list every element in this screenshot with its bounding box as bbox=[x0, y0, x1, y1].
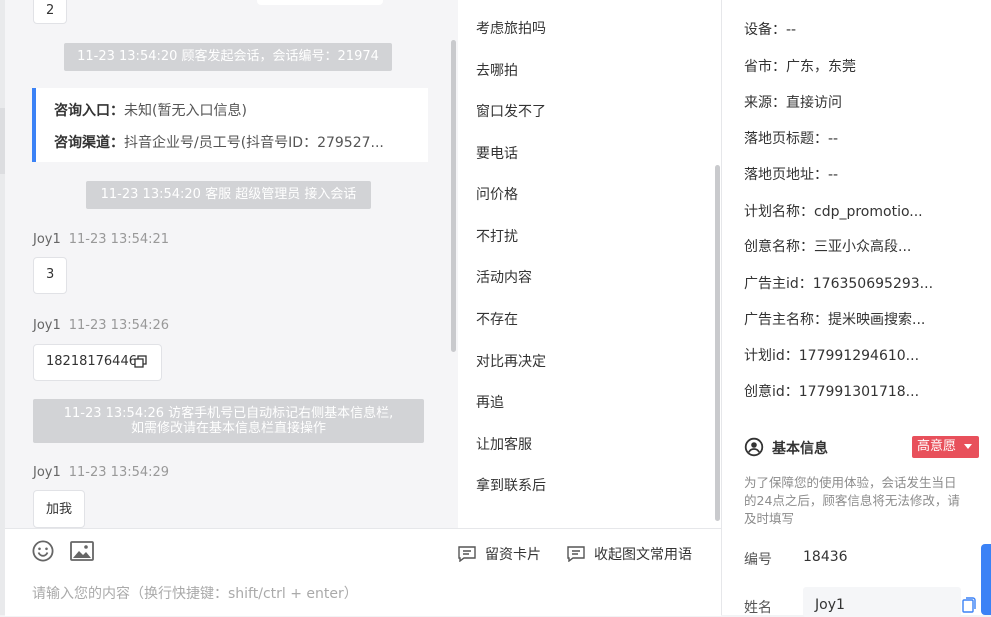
consult-entry-value: 未知(暂无入口信息) bbox=[124, 103, 247, 119]
message-card-icon bbox=[567, 546, 585, 562]
chat-scrollbar[interactable] bbox=[451, 40, 456, 352]
phrase-item[interactable]: 问价格 bbox=[476, 184, 518, 204]
info-source: 来源：直接访问 bbox=[744, 95, 842, 111]
notice-line: 及时填写 bbox=[744, 511, 795, 526]
name-field-value: Joy1 bbox=[815, 597, 845, 613]
info-device: 设备：-- bbox=[744, 22, 797, 38]
common-phrases-panel: 考虑旅拍吗 去哪拍 窗口发不了 要电话 问价格 不打扰 活动内容 不存在 对比再… bbox=[458, 0, 721, 528]
sender-name: Joy1 bbox=[33, 232, 61, 247]
phrase-item[interactable]: 去哪拍 bbox=[476, 60, 518, 80]
sender-name: Joy1 bbox=[33, 318, 61, 333]
phrase-item[interactable]: 再追 bbox=[476, 392, 504, 412]
info-landing-url: 落地页地址：-- bbox=[744, 167, 839, 183]
chat-message-area[interactable]: 2 11-23 13:54:20 顾客发起会话，会话编号：21974 咨询入口：… bbox=[5, 0, 458, 528]
lead-card-label: 留资卡片 bbox=[485, 547, 541, 563]
info-region: 省市：广东，东莞 bbox=[744, 59, 856, 75]
system-message: 11-23 13:54:20 顾客发起会话，会话编号：21974 bbox=[64, 43, 392, 71]
message-bubble[interactable]: 加我 bbox=[33, 490, 86, 528]
phrase-item[interactable]: 窗口发不了 bbox=[476, 101, 546, 121]
info-plan-id: 计划id：177991294610... bbox=[744, 348, 920, 364]
phone-text: 18218176446 bbox=[46, 354, 137, 369]
message-meta: Joy1 11-23 13:54:21 bbox=[33, 232, 169, 247]
notice-line: 的24点之后，顾客信息将无法修改，请 bbox=[744, 493, 960, 508]
phrase-item[interactable]: 不打扰 bbox=[476, 226, 518, 246]
popup-edge bbox=[257, 0, 383, 5]
consult-entry: 咨询入口：未知(暂无入口信息) bbox=[54, 100, 247, 120]
copy-icon[interactable] bbox=[134, 355, 147, 368]
phrase-item[interactable]: 要电话 bbox=[476, 143, 518, 163]
phrase-item[interactable]: 让加客服 bbox=[476, 434, 532, 454]
system-message: 11-23 13:54:20 客服 超级管理员 接入会话 bbox=[86, 181, 371, 209]
consult-channel-label: 咨询渠道： bbox=[54, 135, 124, 151]
name-field[interactable]: Joy1 bbox=[803, 587, 961, 617]
sender-name: Joy1 bbox=[33, 465, 61, 480]
phrase-item[interactable]: 考虑旅拍吗 bbox=[476, 18, 546, 38]
notice-line: 为了保障您的使用体验，会话发生当日 bbox=[744, 475, 957, 490]
info-advertiser-id: 广告主id：176350695293... bbox=[744, 276, 934, 292]
system-message-line: 11-23 13:54:26 访客手机号已自动标记右侧基本信息栏, bbox=[63, 406, 394, 421]
number-label: 编号 bbox=[744, 552, 772, 568]
info-plan-name: 计划名称：cdp_promotio... bbox=[744, 204, 923, 220]
message-meta: Joy1 11-23 13:54:29 bbox=[33, 465, 169, 480]
info-creative-name: 创意名称：三亚小众高段... bbox=[744, 239, 912, 255]
side-float-button[interactable] bbox=[981, 544, 991, 615]
info-advertiser-name: 广告主名称：提米映画搜索... bbox=[744, 312, 926, 328]
system-message-line: 如需修改请在基本信息栏直接操作 bbox=[130, 421, 326, 436]
consult-channel-value: 抖音企业号/员工号(抖音号ID：279527... bbox=[124, 135, 384, 151]
basic-info-title: 基本信息 bbox=[772, 441, 828, 457]
intent-badge-label: 高意愿 bbox=[917, 439, 957, 454]
phrase-item[interactable]: 对比再决定 bbox=[476, 351, 546, 371]
system-message: 11-23 13:54:26 访客手机号已自动标记右侧基本信息栏, 如需修改请在… bbox=[33, 399, 424, 443]
phrase-item[interactable]: 活动内容 bbox=[476, 267, 532, 287]
phrases-scrollbar[interactable] bbox=[715, 165, 720, 521]
image-icon[interactable] bbox=[70, 541, 94, 561]
edit-icon[interactable] bbox=[962, 597, 976, 613]
user-circle-icon bbox=[744, 437, 764, 457]
message-input[interactable]: 请输入您的内容（换行快捷键：shift/ctrl + enter） bbox=[32, 583, 358, 603]
message-input-area: 留资卡片 收起图文常用语 请输入您的内容（换行快捷键：shift/ctrl + … bbox=[5, 528, 721, 616]
info-creative-id: 创意id：177991301718... bbox=[744, 384, 920, 400]
message-time: 11-23 13:54:21 bbox=[68, 232, 170, 247]
message-bubble: 2 bbox=[33, 0, 68, 24]
number-value: 18436 bbox=[803, 549, 848, 565]
message-bubble[interactable]: 3 bbox=[33, 257, 68, 294]
message-meta: Joy1 11-23 13:54:26 bbox=[33, 318, 169, 333]
phrase-item[interactable]: 拿到联系后 bbox=[476, 475, 546, 495]
message-time: 11-23 13:54:26 bbox=[68, 318, 170, 333]
message-card-icon bbox=[458, 546, 476, 562]
message-time: 11-23 13:54:29 bbox=[68, 465, 170, 480]
phrase-item[interactable]: 不存在 bbox=[476, 309, 518, 329]
consult-channel: 咨询渠道：抖音企业号/员工号(抖音号ID：279527... bbox=[54, 132, 384, 152]
name-label: 姓名 bbox=[744, 600, 772, 616]
collapse-phrases-label: 收起图文常用语 bbox=[594, 547, 692, 563]
consult-entry-label: 咨询入口： bbox=[54, 103, 124, 119]
caret-down-icon bbox=[964, 444, 972, 449]
message-bubble[interactable]: 18218176446 bbox=[33, 344, 162, 381]
emoji-icon[interactable] bbox=[32, 540, 54, 562]
intent-badge[interactable]: 高意愿 bbox=[912, 436, 979, 458]
basic-info-notice: 为了保障您的使用体验，会话发生当日 的24点之后，顾客信息将无法修改，请 及时填… bbox=[744, 474, 984, 528]
customer-info-panel: 设备：-- 省市：广东，东莞 来源：直接访问 落地页标题：-- 落地页地址：--… bbox=[722, 0, 991, 617]
info-landing-title: 落地页标题：-- bbox=[744, 131, 839, 147]
consult-card: 咨询入口：未知(暂无入口信息) 咨询渠道：抖音企业号/员工号(抖音号ID：279… bbox=[32, 88, 428, 162]
